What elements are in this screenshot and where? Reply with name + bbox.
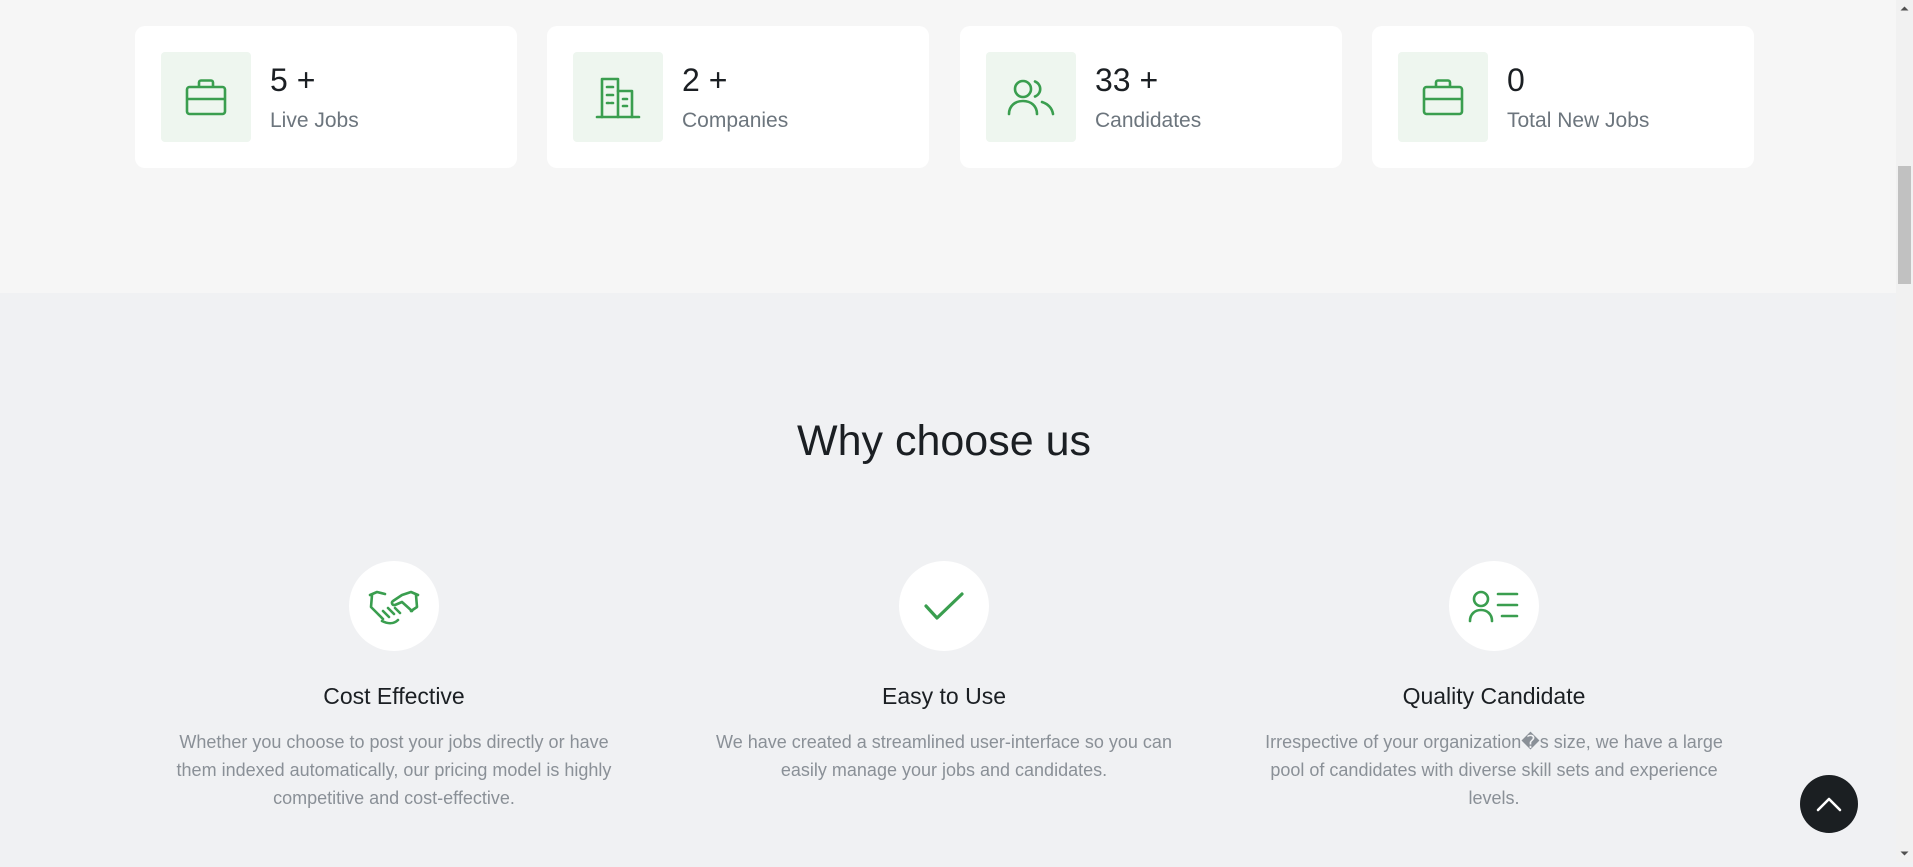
person-list-icon	[1449, 561, 1539, 651]
back-to-top-button[interactable]	[1800, 775, 1858, 833]
stat-value: 33 +	[1095, 62, 1159, 98]
feature-title: Cost Effective	[323, 683, 465, 709]
feature-description: We have created a streamlined user-inter…	[716, 732, 1172, 780]
scrollbar-thumb[interactable]	[1898, 166, 1911, 284]
feature-title: Quality Candidate	[1402, 683, 1586, 709]
feature-title: Easy to Use	[882, 683, 1006, 709]
feature-quality-candidate: Quality Candidate Irrespective of your o…	[1264, 561, 1724, 812]
stat-label: Live Jobs	[270, 109, 359, 132]
stat-label: Companies	[682, 109, 789, 132]
checkmark-icon	[899, 561, 989, 651]
stat-label: Total New Jobs	[1507, 109, 1650, 132]
stat-card-companies: 2 + Companies	[547, 26, 929, 168]
briefcase-icon	[1398, 52, 1488, 142]
stats-section: 5 + Live Jobs 2 + Companies 33 + Candida…	[0, 0, 1896, 293]
chevron-up-icon	[1816, 796, 1842, 812]
stat-card-candidates: 33 + Candidates	[960, 26, 1342, 168]
stat-card-total-new-jobs: 0 Total New Jobs	[1372, 26, 1754, 168]
feature-cost-effective: Cost Effective Whether you choose to pos…	[164, 561, 624, 812]
stat-value: 2 +	[682, 62, 728, 98]
people-icon	[986, 52, 1076, 142]
section-title: Why choose us	[797, 417, 1091, 465]
stat-value: 0	[1507, 62, 1525, 98]
feature-description: Irrespective of your organization�s size…	[1265, 732, 1723, 808]
stat-card-live-jobs: 5 + Live Jobs	[135, 26, 517, 168]
stat-value: 5 +	[270, 62, 316, 98]
page-scrollbar[interactable]	[1896, 0, 1913, 862]
feature-description: Whether you choose to post your jobs dir…	[176, 732, 612, 808]
briefcase-icon	[161, 52, 251, 142]
feature-easy-to-use: Easy to Use We have created a streamline…	[714, 561, 1174, 784]
building-icon	[573, 52, 663, 142]
why-choose-us-section: Why choose us Cost Effective Whether you…	[0, 293, 1896, 862]
handshake-icon	[349, 561, 439, 651]
stat-label: Candidates	[1095, 109, 1202, 132]
scroll-up-arrow-icon[interactable]	[1896, 0, 1913, 17]
scroll-down-arrow-icon[interactable]	[1896, 845, 1913, 862]
